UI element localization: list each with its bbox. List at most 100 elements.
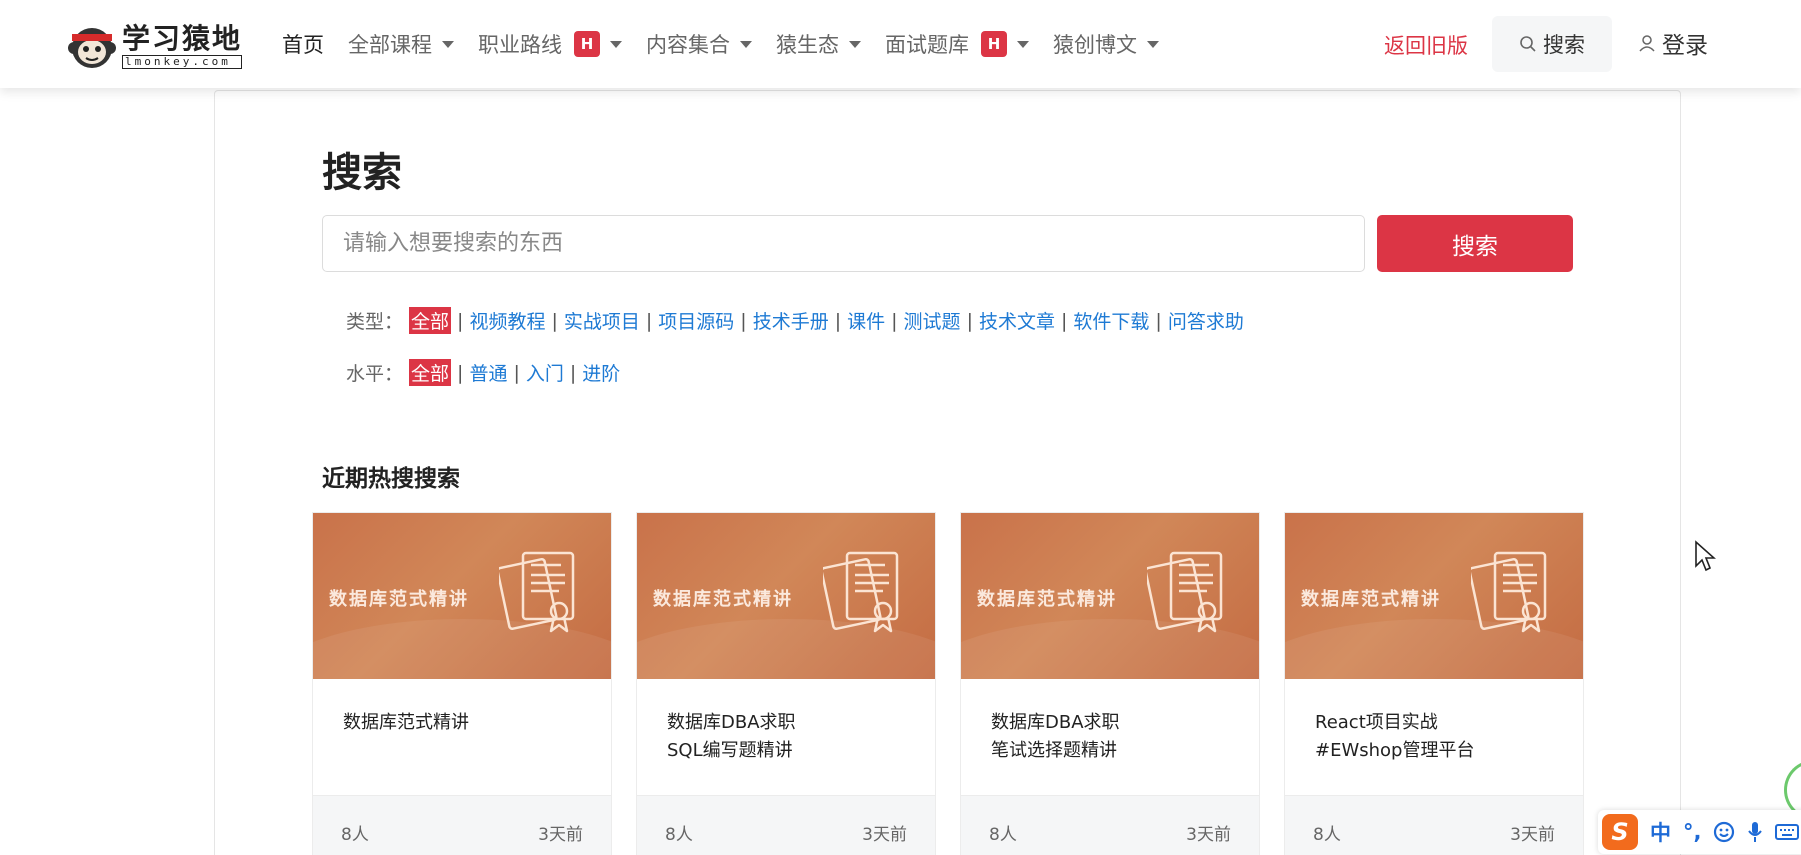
type-filter-option[interactable]: 实战项目 xyxy=(564,307,640,334)
course-title[interactable]: React项目实战 #EWshop管理平台 xyxy=(1315,709,1565,765)
nav-item-label: 面试题库 xyxy=(885,33,969,57)
search-input[interactable] xyxy=(322,215,1365,272)
type-filter-option[interactable]: 测试题 xyxy=(904,307,961,334)
sogou-ime-icon[interactable]: S xyxy=(1602,814,1638,850)
filter-separator: | xyxy=(457,309,464,332)
cover-title: 数据库范式精讲 xyxy=(653,589,793,610)
filter-separator: | xyxy=(1060,309,1068,332)
level-filter-option[interactable]: 全部 xyxy=(409,359,452,386)
type-filter-option[interactable]: 软件下载 xyxy=(1073,307,1149,334)
course-title[interactable]: 数据库范式精讲 xyxy=(343,709,593,737)
nav-item-2[interactable]: 职业路线 H xyxy=(478,29,622,59)
site-logo[interactable]: 学习猿地 lmonkey.com xyxy=(66,20,246,72)
nav-item-4[interactable]: 猿生态 xyxy=(776,29,861,59)
type-filter-option[interactable]: 课件 xyxy=(847,307,885,334)
level-filter-option[interactable]: 普通 xyxy=(469,359,507,386)
hot-search-cards: 数据库范式精讲 数据库范式精讲 8人 3天前 数据库范式精讲 数据库DBA求职 SQL编写… xyxy=(312,512,1584,855)
type-filter-option[interactable]: 问答求助 xyxy=(1168,307,1244,334)
filter-separator: | xyxy=(551,309,558,332)
certificate-document-icon xyxy=(823,551,899,633)
mouse-cursor-icon xyxy=(1695,540,1716,572)
level-filter: 水平： 全部 | 普通 | 入门 | 进阶 xyxy=(346,359,620,386)
course-cover-image[interactable]: 数据库范式精讲 xyxy=(1285,513,1583,679)
course-cover-image[interactable]: 数据库范式精讲 xyxy=(961,513,1259,679)
nav-search-button[interactable]: 搜索 xyxy=(1492,16,1612,72)
certificate-document-icon xyxy=(1147,551,1223,633)
nav-item-label: 首页 xyxy=(282,33,324,57)
nav-item-5[interactable]: 面试题库 H xyxy=(885,29,1029,59)
course-card[interactable]: 数据库范式精讲 React项目实战 #EWshop管理平台 8人 3天前 xyxy=(1284,512,1584,855)
nav-item-label: 猿生态 xyxy=(776,33,839,57)
filter-separator: | xyxy=(1155,309,1162,332)
main-nav: 首页 全部课程 职业路线 H 内容集合 猿生态 面试题库 H 猿创博文 xyxy=(282,0,1183,88)
type-filter-option[interactable]: 技术文章 xyxy=(979,307,1055,334)
updated-time: 3天前 xyxy=(1510,825,1555,845)
updated-time: 3天前 xyxy=(862,825,907,845)
type-filter-option[interactable]: 全部 xyxy=(409,307,452,334)
type-filter-option[interactable]: 视频教程 xyxy=(469,307,545,334)
level-filter-option[interactable]: 进阶 xyxy=(582,359,620,386)
type-filter-option[interactable]: 技术手册 xyxy=(753,307,829,334)
chevron-down-icon xyxy=(740,40,752,48)
hot-badge: H xyxy=(574,31,600,57)
return-old-version-link[interactable]: 返回旧版 xyxy=(1384,30,1468,60)
nav-item-label: 职业路线 xyxy=(478,33,562,57)
emoji-icon[interactable] xyxy=(1713,821,1735,843)
filter-separator: | xyxy=(834,309,842,332)
course-card-footer: 8人 3天前 xyxy=(313,795,611,855)
user-icon xyxy=(1639,35,1655,52)
login-button[interactable]: 登录 xyxy=(1638,26,1708,60)
chevron-down-icon xyxy=(1147,40,1159,48)
course-card[interactable]: 数据库范式精讲 数据库范式精讲 8人 3天前 xyxy=(312,512,612,855)
cover-title: 数据库范式精讲 xyxy=(329,589,469,610)
hot-badge: H xyxy=(981,31,1007,57)
nav-item-1[interactable]: 全部课程 xyxy=(348,29,454,59)
ime-lang-toggle[interactable]: 中 xyxy=(1650,817,1671,847)
keyboard-icon[interactable] xyxy=(1775,822,1800,842)
learner-count: 8人 xyxy=(341,825,369,845)
cover-title: 数据库范式精讲 xyxy=(1301,589,1441,610)
search-icon xyxy=(1520,36,1536,52)
certificate-document-icon xyxy=(1471,551,1547,633)
course-card[interactable]: 数据库范式精讲数据库DBA求职 SQL编写题精讲 8人 3天前 xyxy=(636,512,936,855)
logo-text-en: lmonkey.com xyxy=(122,55,243,69)
page-title: 搜索 xyxy=(322,150,402,196)
course-card[interactable]: 数据库范式精讲 数据库DBA求职 笔试选择题精讲 8人 3天前 xyxy=(960,512,1260,855)
top-navbar: 学习猿地 lmonkey.com 首页 全部课程 职业路线 H 内容集合 猿生态 面试题库 H… xyxy=(0,0,1801,88)
course-card-footer: 8人 3天前 xyxy=(637,795,935,855)
nav-item-label: 猿创博文 xyxy=(1053,33,1137,57)
type-filter: 类型： 全部 | 视频教程 | 实战项目 | 项目源码 | 技术手册 | 课件 | 测试题 | 技术文章 | 软… xyxy=(346,307,1244,334)
learner-count: 8人 xyxy=(665,825,693,845)
chevron-down-icon xyxy=(849,40,861,48)
course-cover-image[interactable]: 数据库范式精讲 xyxy=(637,513,935,679)
nav-item-6[interactable]: 猿创博文 xyxy=(1053,29,1159,59)
ime-punct-toggle[interactable]: °, xyxy=(1683,820,1701,844)
certificate-document-icon xyxy=(499,551,575,633)
chevron-down-icon xyxy=(610,40,622,48)
search-submit-button[interactable]: 搜索 xyxy=(1377,215,1573,272)
nav-item-label: 全部课程 xyxy=(348,33,432,57)
filter-separator: | xyxy=(457,361,464,384)
filter-separator: | xyxy=(966,309,973,332)
learner-count: 8人 xyxy=(1313,825,1341,845)
course-title[interactable]: 数据库DBA求职 笔试选择题精讲 xyxy=(991,709,1241,765)
nav-item-label: 内容集合 xyxy=(646,33,730,57)
chevron-down-icon xyxy=(442,40,454,48)
filter-separator: | xyxy=(569,361,577,384)
type-filter-option[interactable]: 项目源码 xyxy=(658,307,734,334)
nav-item-3[interactable]: 内容集合 xyxy=(646,29,752,59)
hot-search-title: 近期热搜搜索 xyxy=(322,466,460,492)
course-card-footer: 8人 3天前 xyxy=(1285,795,1583,855)
nav-search-label: 搜索 xyxy=(1543,33,1585,57)
course-cover-image[interactable]: 数据库范式精讲 xyxy=(313,513,611,679)
ime-toolbar[interactable]: S 中 °, xyxy=(1598,810,1801,854)
nav-item-0[interactable]: 首页 xyxy=(282,29,324,59)
monkey-logo-icon xyxy=(68,28,116,68)
logo-text-cn: 学习猿地 xyxy=(122,22,243,55)
learner-count: 8人 xyxy=(989,825,1017,845)
microphone-icon[interactable] xyxy=(1747,821,1763,843)
level-filter-option[interactable]: 入门 xyxy=(526,359,564,386)
course-title[interactable]: 数据库DBA求职 SQL编写题精讲 xyxy=(667,709,917,765)
type-filter-label: 类型： xyxy=(346,311,404,333)
filter-separator: | xyxy=(740,309,747,332)
